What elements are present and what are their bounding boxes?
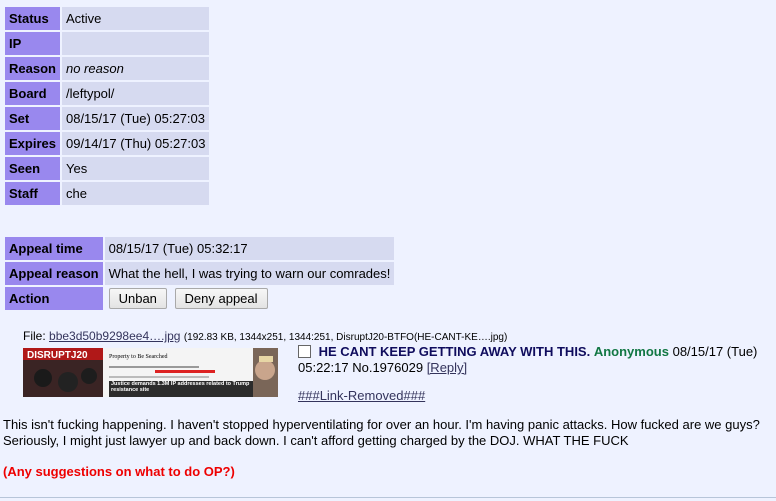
post-thumbnail[interactable]: DISRUPTJ20 Property to Be Searched Justi…	[23, 348, 278, 397]
thumb-logo-text: DISRUPTJ20	[27, 350, 88, 361]
value-appeal-reason: What the hell, I was trying to warn our …	[104, 262, 395, 285]
row-appeal-time: Appeal time 08/15/17 (Tue) 05:32:17	[5, 237, 395, 260]
deny-appeal-button[interactable]: Deny appeal	[174, 288, 268, 309]
value-appeal-time: 08/15/17 (Tue) 05:32:17	[104, 237, 395, 260]
post-body: This isn't fucking happening. I haven't …	[3, 417, 760, 448]
row-action: Action Unban Deny appeal	[5, 287, 394, 310]
row-board: Board /leftypol/	[5, 82, 210, 105]
post-date: 08/15/17 (Tue)	[672, 344, 758, 359]
post-time-number[interactable]: 05:22:17 No.1976029	[298, 360, 423, 375]
row-seen: Seen Yes	[5, 157, 210, 180]
file-label: File:	[23, 329, 46, 343]
row-set: Set 08/15/17 (Tue) 05:27:03	[5, 107, 210, 130]
label-reason: Reason	[5, 57, 60, 80]
appeal-table: Appeal time 08/15/17 (Tue) 05:32:17 Appe…	[3, 235, 396, 312]
value-set: 08/15/17 (Tue) 05:27:03	[61, 107, 210, 130]
row-staff: Staff che	[5, 182, 210, 205]
row-expires: Expires 09/14/17 (Thu) 05:27:03	[5, 132, 210, 155]
unban-button[interactable]: Unban	[108, 288, 167, 309]
link-removed-text[interactable]: ###Link-Removed###	[298, 388, 425, 403]
value-staff: che	[61, 182, 210, 205]
label-staff: Staff	[5, 182, 60, 205]
link-removed[interactable]: ###Link-Removed###	[298, 388, 425, 403]
value-reason: no reason	[61, 57, 210, 80]
post-subject: HE CANT KEEP GETTING AWAY WITH THIS.	[318, 344, 591, 359]
label-set: Set	[5, 107, 60, 130]
label-appeal-time: Appeal time	[5, 237, 103, 260]
file-info: File: bbe3d50b9298ee4….jpg (192.83 KB, 1…	[23, 329, 507, 343]
thumb-caption: Justice demands 1.3M IP addresses relate…	[111, 381, 250, 393]
file-link[interactable]: bbe3d50b9298ee4….jpg	[49, 329, 180, 343]
post-header: HE CANT KEEP GETTING AWAY WITH THIS. Ano…	[298, 344, 768, 376]
action-buttons: Unban Deny appeal	[105, 287, 395, 310]
post-red-text: (Any suggestions on what to do OP?)	[3, 464, 235, 479]
file-meta: (192.83 KB, 1344x251, 1344:251, DisruptJ…	[183, 332, 508, 343]
row-reason: Reason no reason	[5, 57, 210, 80]
label-seen: Seen	[5, 157, 60, 180]
value-expires: 09/14/17 (Thu) 05:27:03	[61, 132, 210, 155]
ban-info-table: Status Active IP Reason no reason Board …	[3, 5, 211, 207]
row-ip: IP	[5, 32, 210, 55]
post-checkbox[interactable]	[298, 345, 311, 358]
label-expires: Expires	[5, 132, 60, 155]
label-appeal-reason: Appeal reason	[5, 262, 103, 285]
label-ip: IP	[5, 32, 60, 55]
value-ip	[61, 32, 210, 55]
reply-link[interactable]: [Reply]	[427, 360, 467, 375]
thumb-headline: Property to Be Searched	[109, 354, 167, 360]
post-author: Anonymous	[593, 344, 669, 359]
row-appeal-reason: Appeal reason What the hell, I was tryin…	[5, 262, 395, 285]
row-status: Status Active	[5, 7, 210, 30]
thumbnail-image: DISRUPTJ20 Property to Be Searched Justi…	[23, 348, 278, 397]
value-seen: Yes	[61, 157, 210, 180]
value-board: /leftypol/	[61, 82, 210, 105]
label-board: Board	[5, 82, 60, 105]
label-action: Action	[5, 287, 103, 310]
divider	[0, 497, 776, 498]
label-status: Status	[5, 7, 60, 30]
value-status: Active	[61, 7, 210, 30]
